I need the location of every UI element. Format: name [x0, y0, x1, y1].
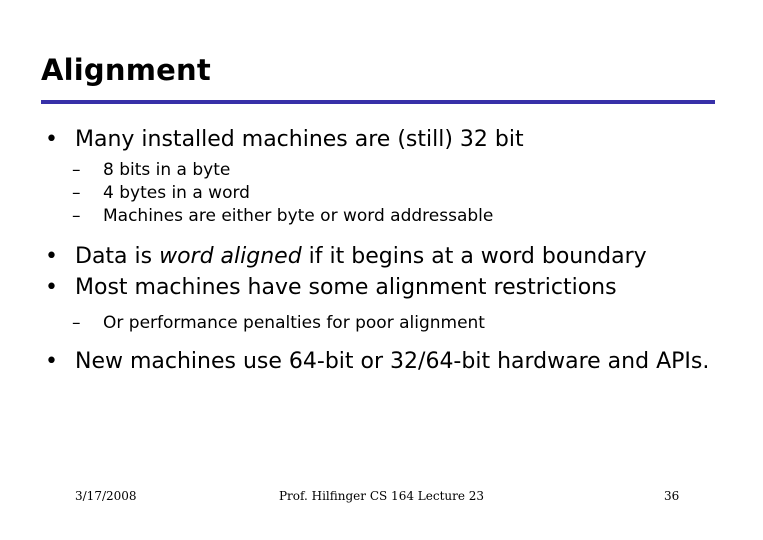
bullet-marker-icon: •: [45, 127, 58, 152]
sub-bullet-item: – 4 bytes in a word: [41, 182, 741, 205]
bullet-item: • Data is word aligned if it begins at a…: [41, 241, 741, 272]
bullet-marker-icon: •: [45, 275, 58, 300]
bullet-text: Many installed machines are (still) 32 b…: [75, 127, 524, 152]
dash-marker-icon: –: [72, 206, 81, 226]
page-title: Alignment: [41, 53, 211, 87]
slide-body: • Many installed machines are (still) 32…: [41, 124, 741, 377]
footer-attribution: Prof. Hilfinger CS 164 Lecture 23: [278, 489, 485, 503]
bullet-item: • Most machines have some alignment rest…: [41, 272, 741, 303]
sub-bullet-item: – Or performance penalties for poor alig…: [41, 312, 741, 335]
footer-page-number: 36: [664, 489, 680, 503]
bullet-text-lead: Data is: [75, 244, 160, 269]
dash-marker-icon: –: [72, 313, 81, 333]
bullet-text: Most machines have some alignment restri…: [75, 275, 617, 300]
bullet-text-tail: if it begins at a word boundary: [301, 244, 647, 269]
bullet-text-emphasis: word aligned: [159, 244, 302, 269]
sub-bullet-text: 4 bytes in a word: [103, 183, 250, 203]
dash-marker-icon: –: [72, 183, 81, 203]
presentation-slide: Alignment • Many installed machines are …: [0, 0, 763, 540]
sub-bullet-text: Machines are either byte or word address…: [103, 206, 494, 226]
bullet-text: New machines use 64-bit or 32/64-bit har…: [75, 349, 710, 374]
sub-bullet-item: – 8 bits in a byte: [41, 159, 741, 182]
sub-bullet-text: Or performance penalties for poor alignm…: [103, 313, 485, 333]
bullet-marker-icon: •: [45, 244, 58, 269]
bullet-item: • New machines use 64-bit or 32/64-bit h…: [41, 346, 741, 377]
slide-footer: 3/17/2008 Prof. Hilfinger CS 164 Lecture…: [0, 488, 763, 508]
dash-marker-icon: –: [72, 160, 81, 180]
title-divider-rule: [41, 100, 715, 104]
sub-bullet-text: 8 bits in a byte: [103, 160, 231, 180]
bullet-item: • Many installed machines are (still) 32…: [41, 124, 741, 155]
sub-bullet-item: – Machines are either byte or word addre…: [41, 205, 741, 228]
bullet-marker-icon: •: [45, 349, 58, 374]
